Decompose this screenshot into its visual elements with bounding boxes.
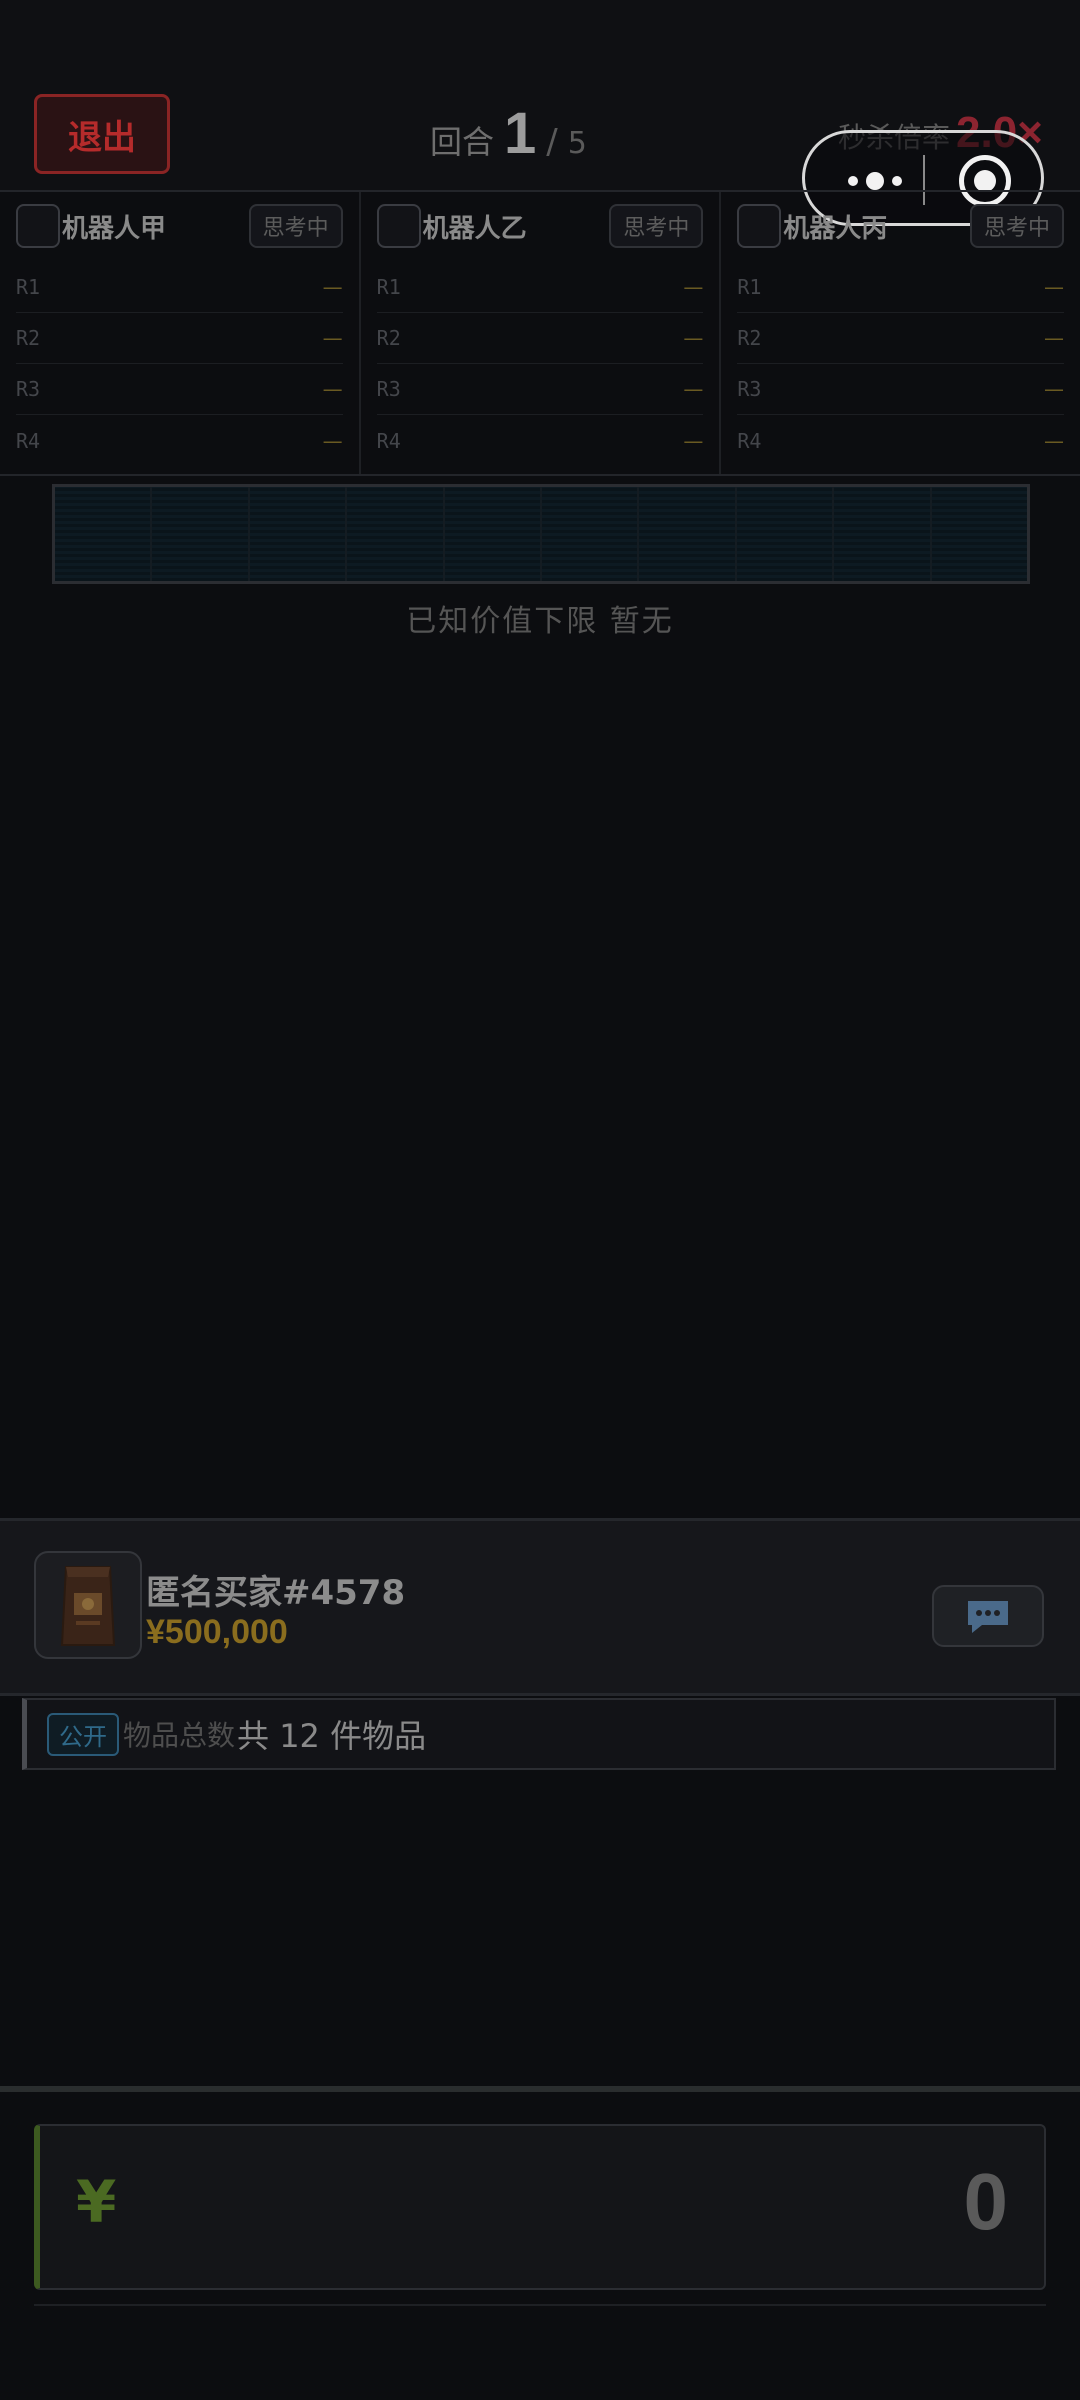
robot-round-row: R3 — — [376, 364, 704, 415]
chat-bubble-icon — [968, 1601, 1008, 1633]
robot-round-row: R2 — — [737, 313, 1065, 364]
value-range-cell — [55, 487, 153, 581]
robot-avatar-box — [376, 204, 421, 248]
round-row-value: — — [683, 428, 704, 453]
value-range-cell — [639, 487, 737, 581]
round-label: 回合 — [430, 123, 495, 161]
round-row-label: R2 — [737, 326, 762, 350]
round-row-value: — — [683, 275, 704, 299]
value-range-cell — [152, 487, 250, 581]
value-range-bar — [52, 484, 1030, 584]
robot-panel: 机器人丙 思考中 R1 — R2 — R3 — R4 — — [721, 192, 1080, 474]
robot-status-badge: 思考中 — [248, 204, 343, 248]
chat-button[interactable] — [932, 1585, 1044, 1647]
round-row-value: — — [322, 428, 343, 453]
round-row-label: R1 — [16, 275, 41, 299]
robot-panels: 机器人甲 思考中 R1 — R2 — R3 — R4 — 机器人乙 思考中 R1 — R2… — [0, 190, 1080, 476]
value-range-cell — [444, 487, 543, 581]
buyer-price: ¥500,000 — [146, 1613, 288, 1651]
exit-button[interactable]: 退出 — [34, 94, 170, 174]
robot-round-row: R4 — — [16, 415, 343, 466]
bid-amount-input[interactable]: ¥ 0 — [34, 2124, 1046, 2290]
round-row-value: — — [683, 326, 704, 350]
round-row-value: — — [322, 377, 343, 401]
bid-amount-value: 0 — [963, 2157, 1009, 2246]
round-row-value: — — [1044, 377, 1065, 401]
item-count-value: 共 12 件物品 — [237, 1717, 427, 1755]
round-current: 1 — [504, 101, 537, 166]
item-count-label: 物品总数 — [123, 1719, 236, 1752]
round-row-label: R3 — [737, 377, 762, 401]
round-row-label: R4 — [16, 428, 41, 453]
currency-symbol: ¥ — [76, 2168, 117, 2236]
buyer-name: 匿名买家#4578 — [146, 1573, 406, 1613]
round-row-label: R4 — [376, 428, 401, 453]
robot-panel: 机器人乙 思考中 R1 — R2 — R3 — R4 — — [361, 192, 722, 474]
robot-avatar-box — [737, 204, 782, 248]
value-range-cell — [542, 487, 640, 581]
known-floor-text: 已知价值下限 暂无 — [406, 604, 674, 639]
value-range-cell — [347, 487, 445, 581]
robot-round-row: R4 — — [737, 415, 1064, 466]
value-range-cell — [249, 487, 348, 581]
value-range-cell — [736, 487, 835, 581]
round-row-label: R2 — [16, 326, 41, 350]
robot-avatar-box — [16, 204, 60, 248]
round-row-value: — — [322, 275, 343, 299]
round-row-value: — — [322, 326, 343, 350]
round-row-label: R2 — [376, 326, 401, 350]
robot-name: 机器人甲 — [62, 213, 167, 244]
robot-status-badge: 思考中 — [970, 204, 1065, 248]
round-total: 5 — [567, 126, 587, 161]
robot-round-row: R1 — — [16, 262, 343, 313]
round-row-label: R3 — [376, 377, 401, 401]
robot-round-row: R2 — — [376, 313, 704, 364]
public-tag: 公开 — [47, 1712, 119, 1756]
round-row-label: R3 — [16, 377, 41, 401]
item-count-info: 公开 物品总数 共 12 件物品 — [22, 1698, 1056, 1770]
robot-name: 机器人丙 — [783, 213, 888, 244]
round-row-label: R1 — [737, 275, 762, 299]
robot-round-row: R1 — — [376, 262, 704, 313]
value-range-cell — [834, 487, 932, 581]
robot-panel: 机器人甲 思考中 R1 — R2 — R3 — R4 — — [0, 192, 361, 474]
exit-button-label: 退出 — [68, 117, 136, 158]
robot-name: 机器人乙 — [422, 213, 527, 244]
round-row-value: — — [1044, 275, 1065, 299]
value-range-cell — [931, 487, 1028, 581]
coffee-bag-icon[interactable] — [34, 1551, 142, 1659]
round-row-label: R4 — [737, 428, 762, 453]
round-row-value: — — [1044, 326, 1065, 350]
round-row-label: R1 — [376, 275, 401, 299]
robot-round-row: R2 — — [16, 313, 343, 364]
round-separator: / — [546, 122, 558, 162]
robot-round-row: R1 — — [737, 262, 1065, 313]
robot-round-row: R3 — — [737, 364, 1065, 415]
divider — [34, 2304, 1046, 2306]
round-row-value: — — [1044, 428, 1065, 453]
robot-round-row: R4 — — [377, 415, 704, 466]
robot-round-row: R3 — — [16, 364, 343, 415]
buyer-offer-bar: 匿名买家#4578 ¥500,000 — [0, 1518, 1080, 1696]
round-row-value: — — [683, 377, 704, 401]
round-indicator: 回合 1 / 5 — [430, 100, 587, 170]
divider — [0, 2086, 1080, 2092]
robot-status-badge: 思考中 — [609, 204, 704, 248]
